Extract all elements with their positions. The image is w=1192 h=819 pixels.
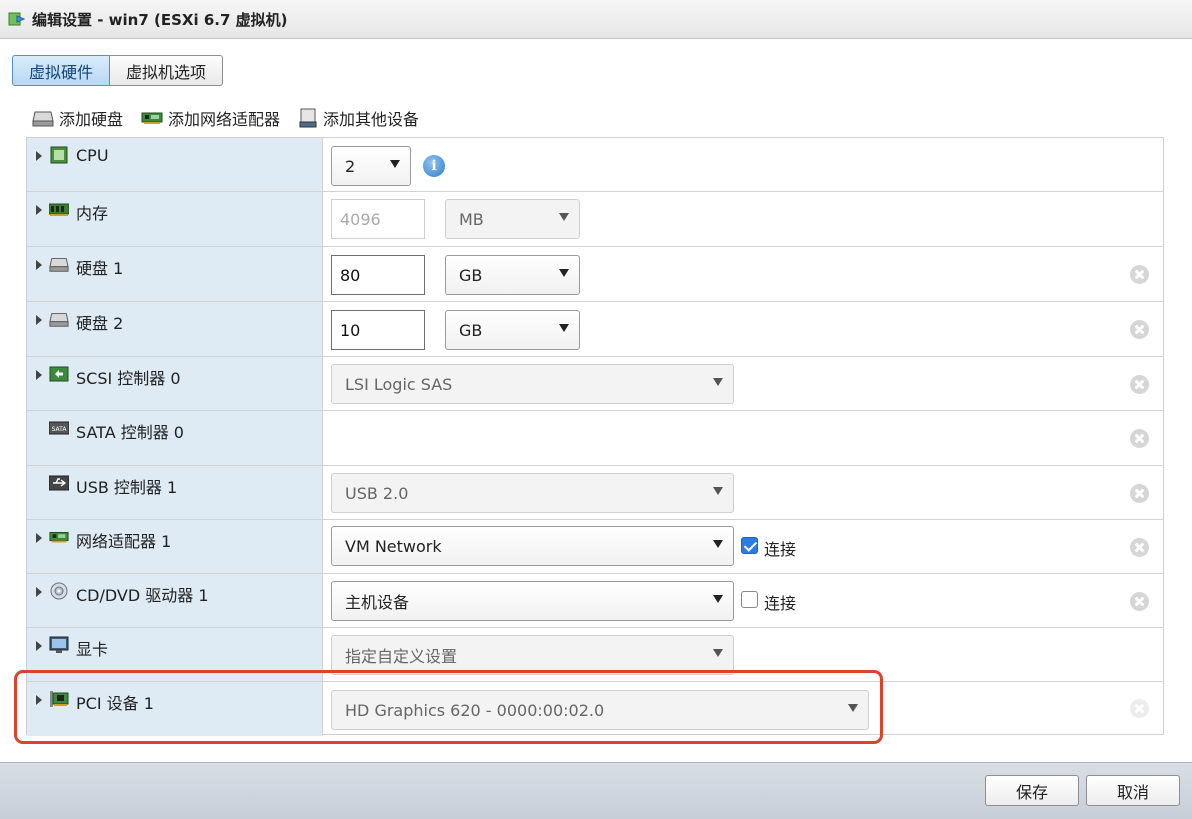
pci-device-select[interactable]: HD Graphics 620 - 0000:00:02.0 xyxy=(331,690,869,730)
device-row-scsi-controller: SCSI 控制器 0 LSI Logic SAS xyxy=(27,357,1163,411)
memory-icon xyxy=(49,203,69,216)
pci-card-icon xyxy=(50,691,69,707)
remove-device-icon[interactable] xyxy=(1130,699,1149,718)
cpu-icon xyxy=(50,146,68,164)
device-row-disk-2: 硬盘 2 10 GB xyxy=(27,302,1163,357)
expand-toggle[interactable] xyxy=(36,315,42,325)
chevron-down-icon xyxy=(390,160,400,168)
device-label: 硬盘 2 xyxy=(76,314,124,333)
disk-1-size-input[interactable]: 80 xyxy=(331,255,425,295)
device-row-network-adapter: 网络适配器 1 VM Network 连接 xyxy=(27,520,1163,574)
usb-type-select[interactable]: USB 2.0 xyxy=(331,473,734,513)
device-label: 硬盘 1 xyxy=(76,259,124,278)
device-label: 内存 xyxy=(76,204,109,223)
chevron-down-icon xyxy=(848,704,858,712)
hardware-table: CPU 2 i 内存 4096 MB 硬盘 1 80 GB 硬盘 2 10 GB… xyxy=(26,137,1164,736)
expand-toggle[interactable] xyxy=(36,695,42,705)
info-icon[interactable]: i xyxy=(423,155,445,177)
expand-toggle[interactable] xyxy=(36,205,42,215)
scsi-controller-icon xyxy=(49,366,69,382)
device-label: SATA 控制器 0 xyxy=(76,423,184,442)
chevron-down-icon xyxy=(559,213,569,221)
remove-device-icon[interactable] xyxy=(1130,429,1149,448)
expand-toggle[interactable] xyxy=(36,370,42,380)
add-network-adapter-button[interactable]: 添加网络适配器 xyxy=(141,106,280,130)
disk-2-size-input[interactable]: 10 xyxy=(331,310,425,350)
add-other-device-button[interactable]: 添加其他设备 xyxy=(298,106,419,130)
expand-toggle[interactable] xyxy=(36,641,42,651)
add-other-label: 添加其他设备 xyxy=(323,110,420,129)
tab-bar: 虚拟硬件 虚拟机选项 xyxy=(12,55,224,86)
cd-dvd-source-select[interactable]: 主机设备 xyxy=(331,581,734,621)
device-label: CPU xyxy=(76,146,109,165)
window-title: 编辑设置 - win7 (ESXi 6.7 虚拟机) xyxy=(32,10,288,29)
device-label: USB 控制器 1 xyxy=(76,478,178,497)
disk-1-unit-select[interactable]: GB xyxy=(445,255,580,295)
svg-text:SATA: SATA xyxy=(52,426,68,433)
add-disk-button[interactable]: 添加硬盘 xyxy=(32,106,123,130)
hard-disk-icon xyxy=(49,313,69,327)
device-row-usb-controller: USB 控制器 1 USB 2.0 xyxy=(27,466,1163,520)
device-row-memory: 内存 4096 MB xyxy=(27,192,1163,247)
chevron-down-icon xyxy=(713,487,723,495)
expand-toggle[interactable] xyxy=(36,151,42,161)
scsi-type-select[interactable]: LSI Logic SAS xyxy=(331,364,734,404)
chevron-down-icon xyxy=(713,649,723,657)
network-select[interactable]: VM Network xyxy=(331,526,734,566)
sata-controller-icon: SATA xyxy=(49,421,69,435)
chevron-down-icon xyxy=(713,540,723,548)
device-label: 网络适配器 1 xyxy=(76,532,172,551)
device-label: SCSI 控制器 0 xyxy=(76,369,181,388)
device-row-display: 显卡 指定自定义设置 xyxy=(27,628,1163,682)
device-row-cpu: CPU 2 i xyxy=(27,138,1163,192)
device-label: 显卡 xyxy=(76,640,109,659)
expand-toggle[interactable] xyxy=(36,533,42,543)
remove-device-icon[interactable] xyxy=(1130,320,1149,339)
expand-toggle[interactable] xyxy=(36,587,42,597)
device-label: CD/DVD 驱动器 1 xyxy=(76,586,209,605)
device-label: PCI 设备 1 xyxy=(76,694,154,713)
usb-icon xyxy=(49,475,69,491)
cd-dvd-connect-label: 连接 xyxy=(764,594,797,613)
chevron-down-icon xyxy=(713,378,723,386)
title-bar: 编辑设置 - win7 (ESXi 6.7 虚拟机) xyxy=(0,0,1192,39)
memory-unit-select[interactable]: MB xyxy=(445,199,580,239)
nic-connect-label: 连接 xyxy=(764,540,797,559)
network-card-icon xyxy=(49,532,69,543)
cd-dvd-icon xyxy=(50,582,68,600)
nic-connect-checkbox[interactable] xyxy=(741,537,758,554)
network-card-icon xyxy=(141,112,163,124)
monitor-icon xyxy=(49,636,69,653)
add-disk-label: 添加硬盘 xyxy=(59,110,124,129)
tab-virtual-hardware[interactable]: 虚拟硬件 xyxy=(12,55,111,86)
hard-disk-icon xyxy=(32,111,54,127)
save-button[interactable]: 保存 xyxy=(985,775,1079,806)
disk-2-unit-select[interactable]: GB xyxy=(445,310,580,350)
remove-device-icon[interactable] xyxy=(1130,592,1149,611)
add-network-label: 添加网络适配器 xyxy=(168,110,281,129)
dialog-footer: 保存 取消 xyxy=(0,762,1192,819)
expand-toggle[interactable] xyxy=(36,260,42,270)
vm-settings-icon xyxy=(8,12,26,26)
hard-disk-icon xyxy=(49,258,69,272)
remove-device-icon[interactable] xyxy=(1130,265,1149,284)
add-device-toolbar: 添加硬盘 添加网络适配器 添加其他设备 xyxy=(32,106,437,130)
memory-size-input[interactable]: 4096 xyxy=(331,199,425,239)
display-settings-select[interactable]: 指定自定义设置 xyxy=(331,635,734,675)
cd-dvd-connect-checkbox[interactable] xyxy=(741,591,758,608)
remove-device-icon[interactable] xyxy=(1130,375,1149,394)
tab-vm-options[interactable]: 虚拟机选项 xyxy=(110,55,224,86)
remove-device-icon[interactable] xyxy=(1130,538,1149,557)
cancel-button[interactable]: 取消 xyxy=(1086,775,1180,806)
device-row-cd-dvd: CD/DVD 驱动器 1 主机设备 连接 xyxy=(27,574,1163,628)
chevron-down-icon xyxy=(713,595,723,603)
remove-device-icon[interactable] xyxy=(1130,484,1149,503)
device-row-pci-device: PCI 设备 1 HD Graphics 620 - 0000:00:02.0 xyxy=(27,682,1163,736)
device-icon xyxy=(299,108,317,128)
chevron-down-icon xyxy=(559,269,569,277)
cpu-count-select[interactable]: 2 xyxy=(331,146,411,186)
device-row-disk-1: 硬盘 1 80 GB xyxy=(27,247,1163,302)
chevron-down-icon xyxy=(559,324,569,332)
device-row-sata-controller: SATA SATA 控制器 0 xyxy=(27,411,1163,466)
